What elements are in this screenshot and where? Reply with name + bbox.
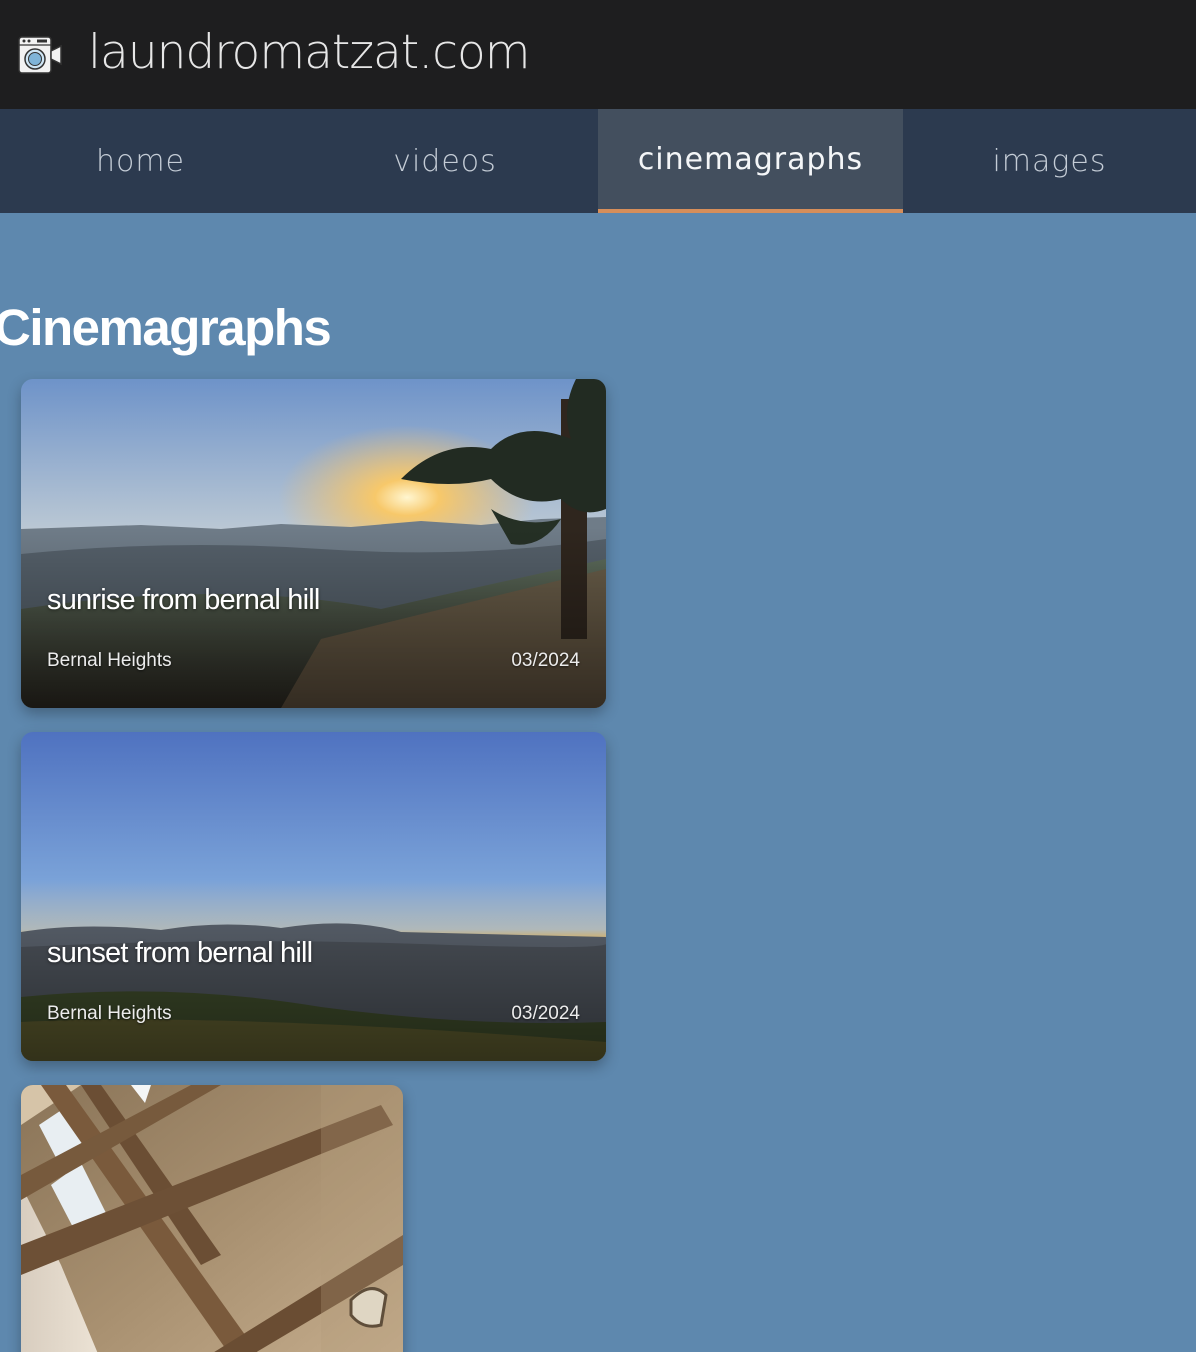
tab-home[interactable]: home bbox=[0, 109, 281, 213]
site-title[interactable]: laundromatzat.com bbox=[88, 24, 531, 82]
page: laundromatzat.com home videos cinemagrap… bbox=[0, 0, 1196, 1352]
card-title: sunset from bernal hill bbox=[47, 937, 313, 969]
card-location: Bernal Heights bbox=[47, 650, 172, 671]
cinemagraph-card[interactable] bbox=[21, 1085, 403, 1352]
tab-cinemagraphs[interactable]: cinemagraphs bbox=[598, 109, 903, 213]
washing-machine-camera-icon[interactable] bbox=[17, 34, 63, 76]
site-header: laundromatzat.com bbox=[0, 0, 1196, 109]
tab-images[interactable]: images bbox=[903, 109, 1196, 213]
card-date: 03/2024 bbox=[511, 1003, 580, 1024]
card-date: 03/2024 bbox=[511, 650, 580, 671]
page-title: Cinemagraphs bbox=[0, 299, 332, 357]
cinemagraph-card[interactable]: sunset from bernal hill Bernal Heights 0… bbox=[21, 732, 606, 1061]
card-thumbnail bbox=[21, 1085, 403, 1352]
card-location: Bernal Heights bbox=[47, 1003, 172, 1024]
cinemagraph-card[interactable]: sunrise from bernal hill Bernal Heights … bbox=[21, 379, 606, 708]
tab-videos[interactable]: videos bbox=[292, 109, 598, 213]
main-nav: home videos cinemagraphs images bbox=[0, 109, 1196, 213]
card-title: sunrise from bernal hill bbox=[47, 584, 320, 616]
